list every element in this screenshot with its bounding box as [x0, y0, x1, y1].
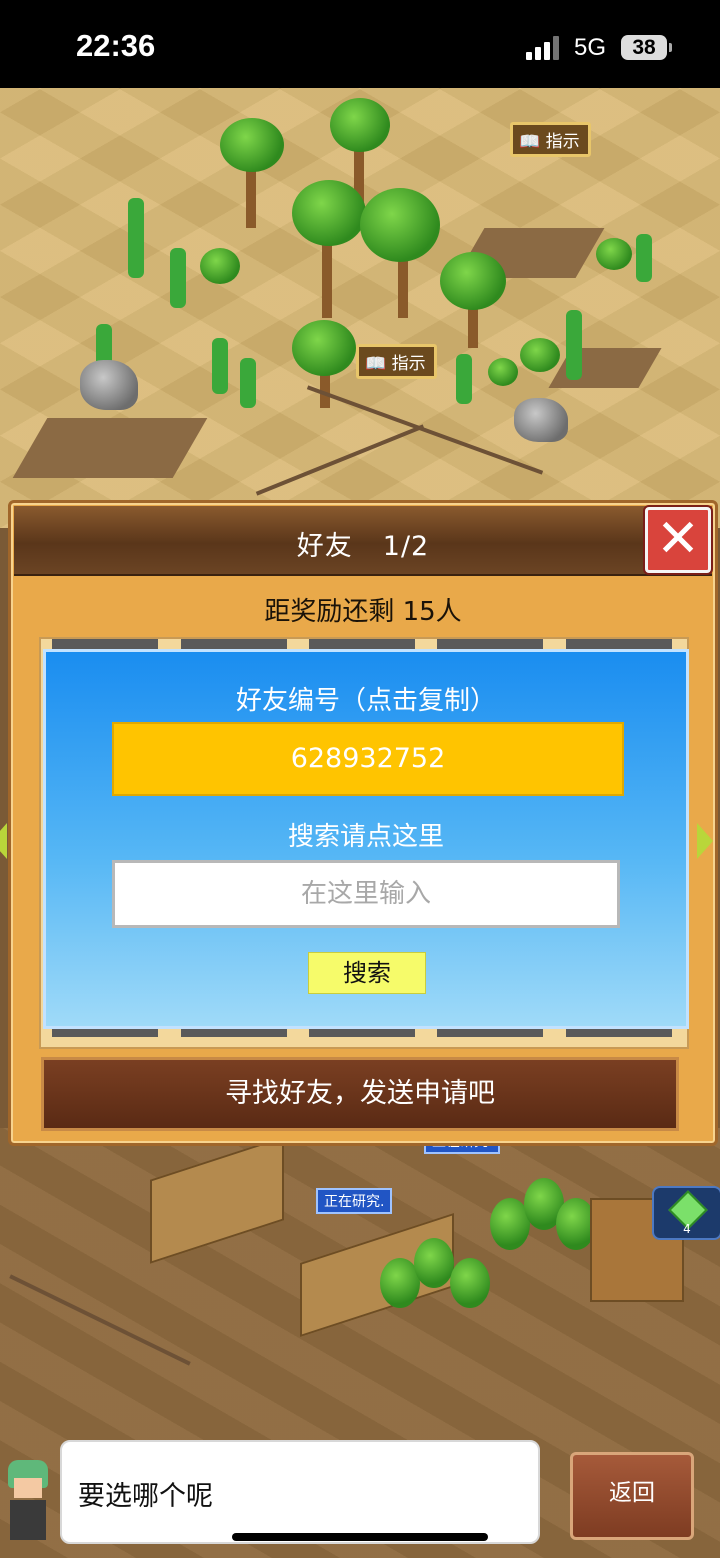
desert-area: 📖 指示 📖 指示 [0, 88, 720, 528]
signal-icon [526, 36, 562, 60]
reward-remaining-text: 距奖励还剩 15人 [264, 597, 462, 627]
rock [80, 360, 138, 410]
rock [514, 398, 568, 442]
palm-tree [220, 118, 284, 172]
search-label: 搜索请点这里 [287, 822, 444, 852]
back-button[interactable]: 返回 [570, 1452, 694, 1540]
palm-tree [440, 252, 506, 310]
guide-sign-label: 指示 [391, 354, 426, 374]
research-tag: 正在研究. [316, 1188, 393, 1214]
cactus [240, 358, 256, 408]
close-icon: ✕ [656, 509, 700, 569]
cactus [566, 310, 582, 380]
bush [596, 238, 632, 270]
dialog-header: 好友 1/2 [14, 506, 712, 576]
palm-tree [292, 320, 356, 376]
guide-sign-label: 指示 [545, 132, 580, 152]
palm-tree [292, 180, 366, 246]
cactus [456, 354, 472, 404]
search-button[interactable]: 搜索 [308, 952, 426, 994]
farm-field [150, 1136, 284, 1264]
search-input[interactable]: 在这里输入 [112, 860, 620, 928]
battery-icon: 38 [621, 35, 667, 60]
bush [200, 248, 240, 284]
battery-tip [669, 43, 672, 52]
find-friends-button[interactable]: 寻找好友，发送申请吧 [41, 1057, 679, 1131]
tree [414, 1238, 454, 1288]
palm-trunk [322, 238, 332, 318]
tree [450, 1258, 490, 1308]
prev-page-arrow-icon[interactable] [0, 823, 7, 859]
friend-id-copy-field[interactable]: 628932752 [112, 722, 624, 796]
guide-sign[interactable]: 📖 指示 [510, 122, 591, 157]
status-bar: 22:36 5G 38 [0, 0, 720, 88]
next-page-arrow-icon[interactable] [697, 823, 713, 859]
cactus [636, 234, 652, 282]
gem-count: 4 [683, 1222, 691, 1236]
status-time: 22:36 [76, 28, 156, 63]
palm-tree [360, 188, 440, 262]
friends-dialog: 好友 1/2 ✕ 距奖励还剩 15人 好友编号（点击复制） 628932752 搜… [0, 500, 718, 1146]
fence [255, 424, 425, 496]
bush [488, 358, 518, 386]
friend-id-panel: 好友编号（点击复制） 628932752 搜索请点这里 在这里输入 搜索 [43, 649, 689, 1029]
close-button[interactable]: ✕ [645, 507, 711, 573]
bush [520, 338, 560, 372]
gem-counter[interactable]: 4 [652, 1186, 720, 1240]
home-indicator[interactable] [232, 1533, 488, 1541]
guide-sign[interactable]: 📖 指示 [356, 344, 437, 379]
dialog-page-indicator: 1/2 [382, 531, 430, 562]
friend-id-label: 好友编号（点击复制） [235, 686, 496, 716]
tab-strip-top [41, 639, 683, 649]
palm-tree [330, 98, 390, 152]
fence [306, 385, 544, 475]
prompt-text: 要选哪个呢 [78, 1481, 213, 1512]
dirt-patch [12, 418, 208, 478]
cactus [212, 338, 228, 394]
prompt-bubble: 要选哪个呢 [60, 1440, 540, 1544]
fence [9, 1274, 191, 1366]
advisor-avatar [4, 1460, 52, 1540]
cactus [128, 198, 144, 278]
cactus [170, 248, 186, 308]
network-type: 5G [574, 34, 607, 61]
dialog-title-text: 好友 [296, 531, 353, 562]
dialog-title: 好友 1/2 [14, 524, 712, 563]
